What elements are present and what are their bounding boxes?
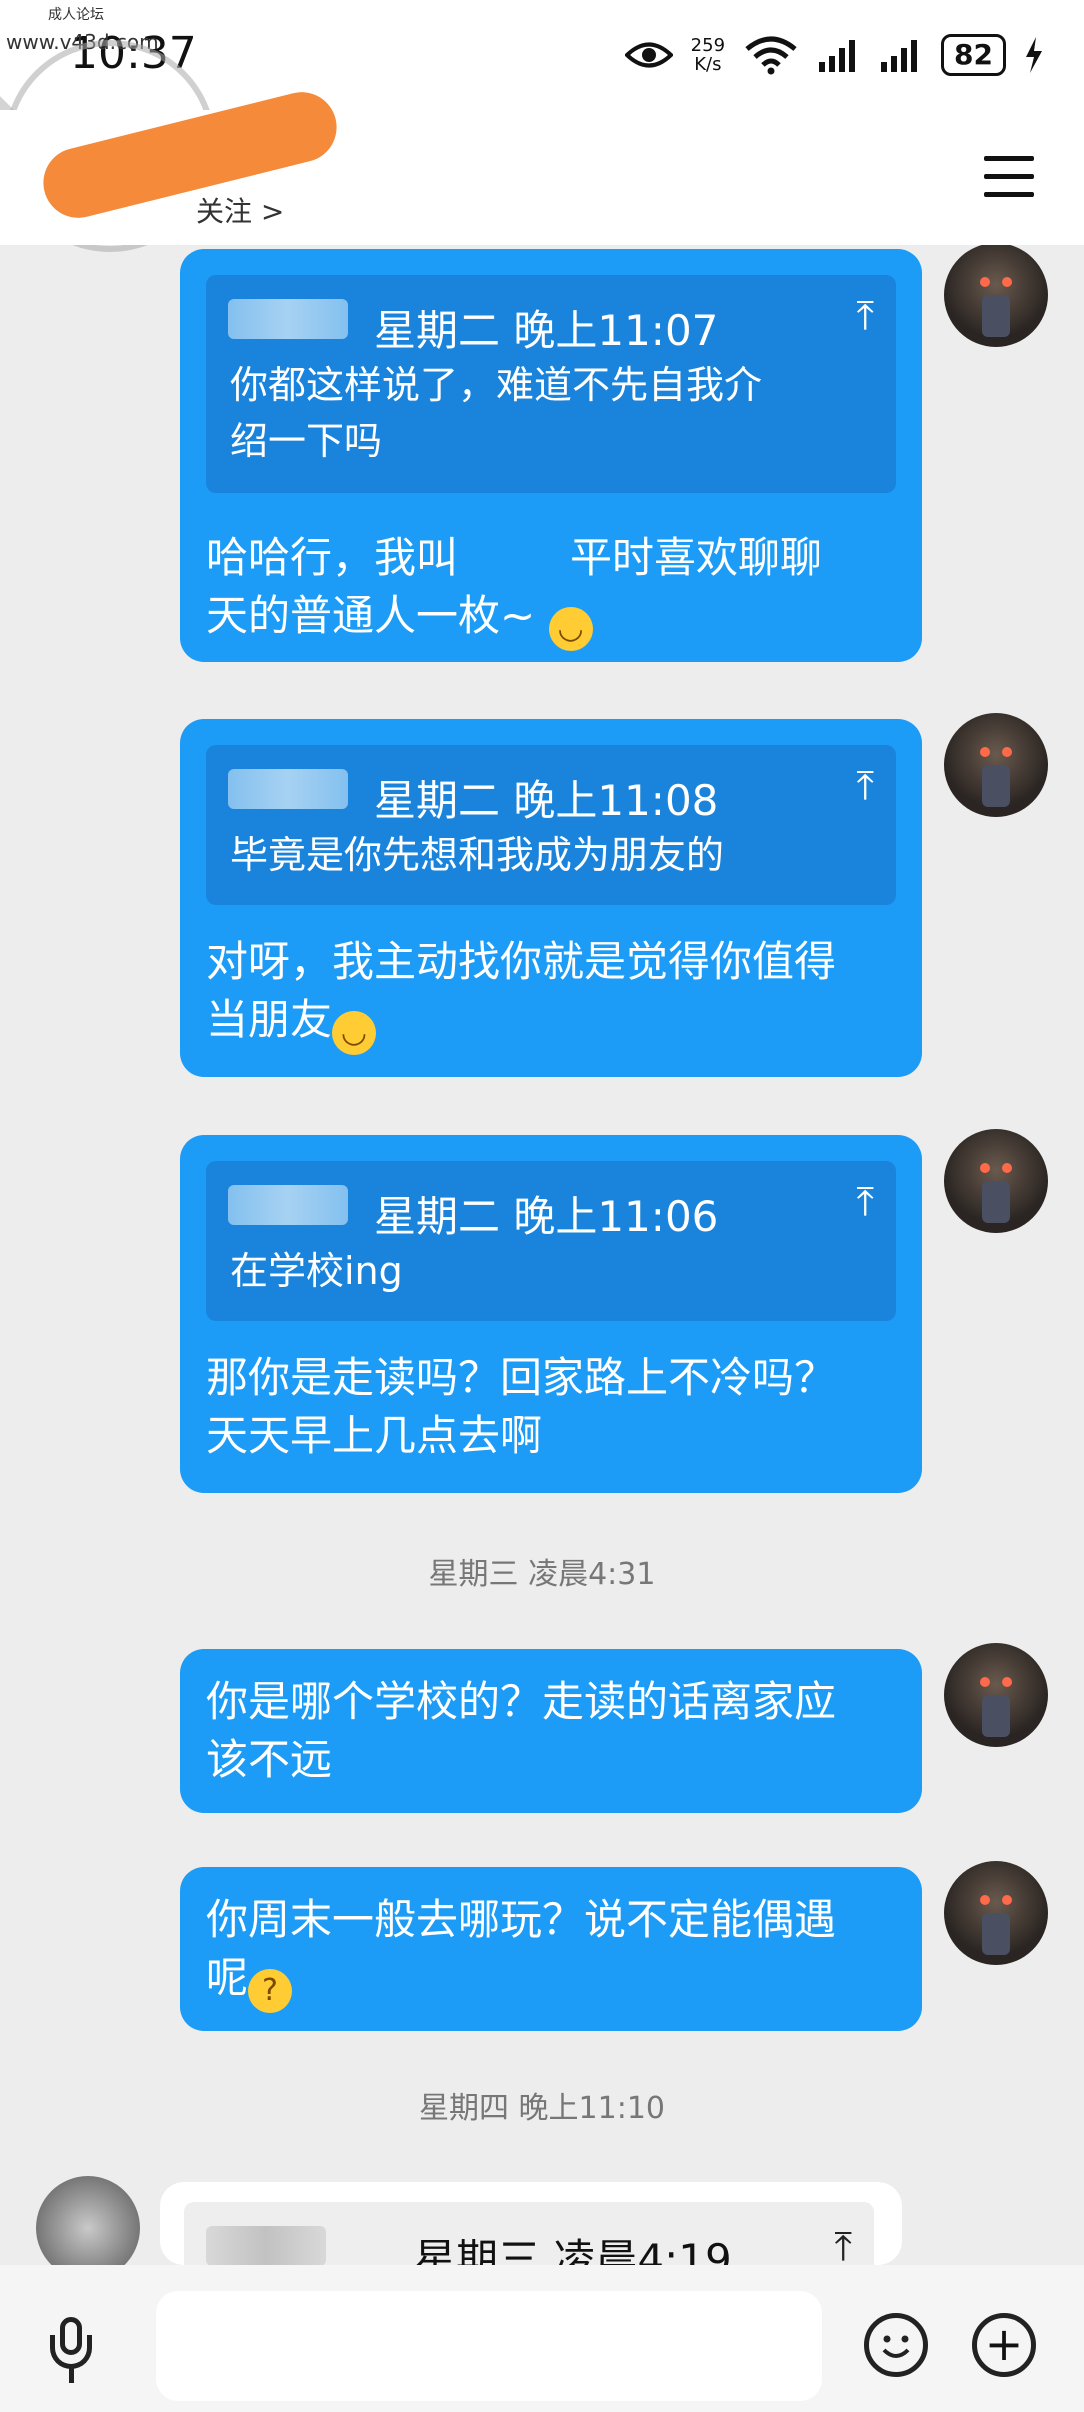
quote-text: 绍一下吗 — [230, 419, 383, 463]
message-text: 哈哈行，我叫 平时喜欢聊聊 — [206, 529, 822, 587]
message-text: 天的普通人一枚~ ◡ — [206, 587, 593, 651]
quote-text: 毕竟是你先想和我成为朋友的 — [230, 833, 725, 877]
quoted-message[interactable]: 星期二 晚上11:07 ⤒ 你都这样说了，难道不先自我介 绍一下吗 — [206, 275, 896, 493]
blurred-name — [228, 1185, 348, 1225]
watermark-text: 成人论坛 — [48, 7, 104, 23]
header-subtitle[interactable]: 关注 > — [196, 190, 284, 230]
smiling-emoji-icon: ◡ — [332, 1011, 377, 1055]
avatar[interactable] — [944, 713, 1048, 817]
message-text: 你是哪个学校的？走读的话离家应 — [206, 1677, 837, 1726]
quote-text: 在学校ing — [230, 1249, 403, 1293]
avatar[interactable] — [944, 245, 1048, 347]
menu-icon[interactable] — [984, 156, 1034, 198]
grinning-emoji-icon: ◡ — [548, 607, 593, 651]
message-text: 天天早上几点去啊 — [206, 1411, 543, 1460]
sent-message[interactable]: 你是哪个学校的？走读的话离家应 该不远 — [180, 1649, 922, 1813]
avatar[interactable] — [944, 1129, 1048, 1233]
sent-message[interactable]: 星期二 晚上11:07 ⤒ 你都这样说了，难道不先自我介 绍一下吗 哈哈行，我叫… — [180, 249, 922, 662]
charging-icon — [1026, 37, 1042, 73]
timestamp: 星期三 凌晨4:31 — [428, 1557, 656, 1592]
message-text-part: 当朋友 — [206, 995, 333, 1044]
quoted-message[interactable]: 星期二 晚上11:06 ⤒ 在学校ing — [206, 1161, 896, 1321]
sent-message[interactable]: 星期二 晚上11:08 ⤒ 毕竟是你先想和我成为朋友的 对呀，我主动找你就是觉得… — [180, 719, 922, 1077]
net-speed: 259 K/s — [691, 36, 725, 74]
message-text: 那你是走读吗？回家路上不冷吗？ — [206, 1353, 837, 1402]
quote-time: 星期二 晚上11:06 — [374, 1192, 719, 1241]
net-speed-unit: K/s — [694, 54, 722, 75]
arrow-up-to-line-icon[interactable]: ⤒ — [834, 2224, 852, 2265]
quote-time: 星期二 晚上11:08 — [374, 776, 719, 825]
arrow-up-to-line-icon[interactable]: ⤒ — [856, 293, 874, 339]
sent-message[interactable]: 你周末一般去哪玩？说不定能偶遇 呢? — [180, 1867, 922, 2031]
plus-icon[interactable]: + — [972, 2313, 1036, 2377]
avatar[interactable] — [944, 1861, 1048, 1965]
wifi-icon — [745, 36, 797, 75]
quote-time: 星期三 凌晨4:19 — [414, 2235, 732, 2265]
net-speed-value: 259 — [690, 35, 726, 56]
message-input[interactable] — [156, 2291, 822, 2401]
arrow-up-to-line-icon[interactable]: ⤒ — [856, 763, 874, 809]
message-text-part: 平时喜欢聊聊 — [570, 533, 823, 582]
arrow-up-to-line-icon[interactable]: ⤒ — [856, 1179, 874, 1225]
message-text-part: 哈哈行，我叫 — [206, 533, 459, 582]
message-text: 你周末一般去哪玩？说不定能偶遇 — [206, 1895, 837, 1944]
message-text-part: 呢 — [206, 1953, 249, 2002]
signal-icon-1 — [819, 40, 856, 72]
timestamp: 星期四 晚上11:10 — [419, 2091, 665, 2126]
message-text: 该不远 — [206, 1735, 333, 1784]
quoted-message[interactable]: 星期三 凌晨4:19 ⤒ — [184, 2202, 874, 2265]
blurred-name — [228, 299, 348, 339]
eye-icon — [624, 42, 673, 68]
thinking-emoji-icon: ? — [248, 1969, 293, 2013]
emoji-icon[interactable] — [864, 2313, 928, 2377]
message-text: 呢? — [206, 1949, 293, 2013]
input-bar: + — [0, 2265, 1084, 2412]
message-text: 当朋友 ◡ — [206, 991, 377, 1055]
quote-time: 星期二 晚上11:07 — [374, 306, 719, 355]
signal-icon-2 — [881, 40, 918, 72]
message-text-part: 天的普通人一枚~ — [206, 591, 536, 640]
blurred-name — [228, 769, 348, 809]
battery-indicator: 82 — [941, 34, 1006, 76]
blurred-name — [206, 2226, 326, 2265]
quote-text: 你都这样说了，难道不先自我介 — [230, 363, 763, 407]
quoted-message[interactable]: 星期二 晚上11:08 ⤒ 毕竟是你先想和我成为朋友的 — [206, 745, 896, 905]
received-message[interactable]: 星期三 凌晨4:19 ⤒ — [160, 2182, 902, 2265]
sent-message[interactable]: 星期二 晚上11:06 ⤒ 在学校ing 那你是走读吗？回家路上不冷吗？ 天天早… — [180, 1135, 922, 1493]
microphone-icon[interactable] — [48, 2317, 94, 2387]
avatar[interactable] — [944, 1643, 1048, 1747]
status-icons: 259 K/s 82 — [624, 30, 1044, 80]
message-text: 对呀，我主动找你就是觉得你值得 — [206, 937, 837, 986]
chat-list[interactable]: 星期二 晚上11:07 ⤒ 你都这样说了，难道不先自我介 绍一下吗 哈哈行，我叫… — [0, 245, 1084, 2265]
